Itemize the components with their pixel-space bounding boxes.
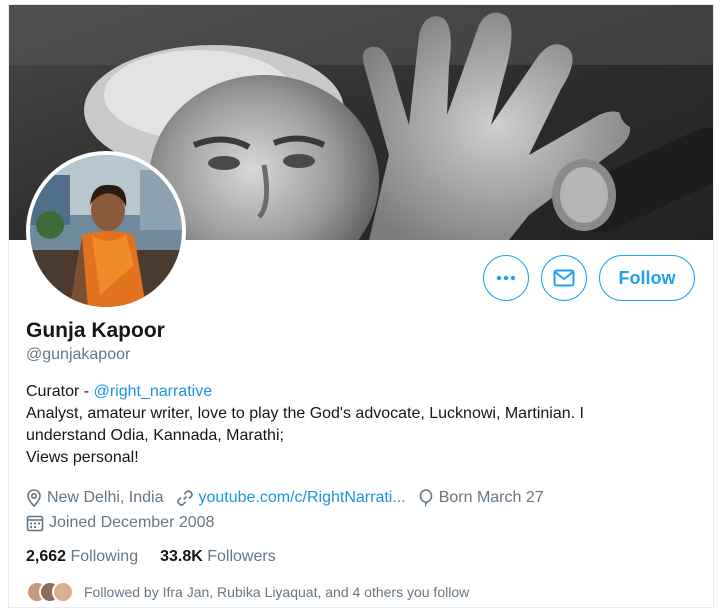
bio-line-3: understand Odia, Kannada, Marathi; <box>26 427 284 444</box>
profile-name: Gunja Kapoor <box>26 319 165 342</box>
following-label: Following <box>70 548 139 565</box>
more-icon <box>496 275 516 281</box>
avatar-photo <box>30 155 182 307</box>
birthday-text: Born March 27 <box>438 489 544 506</box>
profile-actions: Follow <box>483 255 695 301</box>
joined-item: Joined December 2008 <box>26 514 214 532</box>
bio-prefix: Curator - <box>26 383 94 400</box>
bio-mention-link[interactable]: @right_narrative <box>94 383 213 400</box>
followed-by-row[interactable]: Followed by Ifra Jan, Rubika Liyaquat, a… <box>26 581 469 603</box>
website-item: youtube.com/c/RightNarrati... <box>176 489 406 507</box>
follower-avatars <box>26 581 78 603</box>
bio-line-2: Analyst, amateur writer, love to play th… <box>26 405 584 422</box>
location-text: New Delhi, India <box>47 489 164 506</box>
profile-avatar[interactable] <box>26 151 186 311</box>
profile-meta-row: New Delhi, India youtube.com/c/RightNarr… <box>26 489 556 507</box>
calendar-icon <box>26 515 44 532</box>
profile-stats: 2,662 Following 33.8K Followers <box>26 548 276 566</box>
website-link[interactable]: youtube.com/c/RightNarrati... <box>199 489 406 507</box>
location-pin-icon <box>27 489 41 507</box>
balloon-icon <box>419 489 433 507</box>
following-count: 2,662 <box>26 548 67 565</box>
followers-label: Followers <box>207 548 276 565</box>
profile-card: Follow Gunja Kapoor @gunjakapoor Curator… <box>8 4 714 608</box>
profile-bio: Curator - @right_narrative Analyst, amat… <box>26 381 686 469</box>
location-item: New Delhi, India <box>26 489 164 507</box>
profile-handle: @gunjakapoor <box>26 346 131 363</box>
profile-joined-row: Joined December 2008 <box>26 514 226 532</box>
link-icon <box>176 490 193 506</box>
followers-count: 33.8K <box>160 548 203 565</box>
bio-line-1: Curator - @right_narrative <box>26 381 686 403</box>
followed-by-text: Followed by Ifra Jan, Rubika Liyaquat, a… <box>84 584 470 600</box>
joined-text: Joined December 2008 <box>49 514 215 531</box>
birthday-item: Born March 27 <box>418 489 544 507</box>
more-options-button[interactable] <box>483 255 529 301</box>
bio-line-4: Views personal! <box>26 449 139 466</box>
follower-avatar <box>52 581 74 603</box>
followers-stat[interactable]: 33.8K Followers <box>160 548 276 566</box>
message-envelope-icon <box>553 269 575 287</box>
following-stat[interactable]: 2,662 Following <box>26 548 138 566</box>
follow-button[interactable]: Follow <box>599 255 695 301</box>
message-button[interactable] <box>541 255 587 301</box>
